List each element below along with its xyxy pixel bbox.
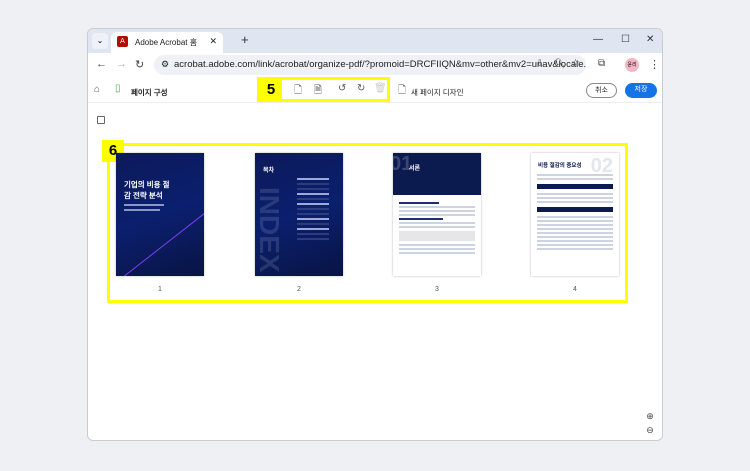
avatar[interactable]: 윤리 [625, 58, 639, 72]
save-button[interactable]: 저장 [625, 83, 657, 98]
delete-icon[interactable]: 🗑 [374, 83, 387, 94]
replace-page-icon[interactable]: 🗎 [314, 83, 322, 100]
page-thumbnail-3[interactable]: 01 서론 [393, 153, 481, 276]
page-number: 3 [435, 286, 439, 293]
insert-page-icon[interactable]: 🗋 [294, 83, 302, 100]
zoom-out-button[interactable]: ⊖ [643, 423, 657, 437]
home-icon[interactable]: ⌂ [94, 84, 100, 95]
close-window-button[interactable]: ✕ [646, 34, 654, 45]
extensions-icon[interactable]: ⧉ [598, 58, 605, 69]
page-thumbnail-2[interactable]: 목차 INDEX [255, 153, 343, 276]
page-number: 1 [158, 286, 162, 293]
menu-icon[interactable]: ⋮ [649, 58, 660, 71]
tab-search-button[interactable]: ⌄ [92, 33, 108, 49]
page-number: 2 [297, 286, 301, 293]
minimize-button[interactable]: — [593, 34, 603, 45]
new-design-icon: 🗋 [398, 85, 407, 96]
page-title: 페이지 구성 [131, 88, 168, 97]
acrobat-icon: A [117, 36, 128, 47]
rotate-left-icon[interactable]: ↺ [338, 83, 346, 94]
maximize-button[interactable]: ☐ [621, 34, 630, 45]
select-all-checkbox[interactable] [97, 116, 105, 124]
back-icon[interactable]: ← [96, 58, 107, 70]
close-tab-icon[interactable]: ✕ [209, 36, 217, 47]
zoom-in-button[interactable]: ⊕ [643, 409, 657, 423]
page-toolbar-highlight: 5 🗋 🗎 ↺ ↻ 🗑 [257, 77, 390, 102]
navigation-bar: ← → ↻ ⚙ acrobat.adobe.com/link/acrobat/o… [88, 53, 662, 77]
new-page-design-button[interactable]: 새 페이지 디자인 [411, 87, 463, 98]
page-2-title: 목차 [263, 168, 275, 174]
page-thumbnail-4[interactable]: 02 비용 절감의 중요성 [531, 153, 619, 276]
browser-window: ⌄ A Adobe Acrobat 홈 ✕ + — ☐ ✕ ← → ↻ ⚙ ac… [87, 28, 663, 441]
tab-title: Adobe Acrobat 홈 [135, 38, 198, 47]
page-2-watermark: INDEX [255, 187, 285, 273]
new-tab-button[interactable]: + [241, 32, 249, 47]
url-text: acrobat.adobe.com/link/acrobat/organize-… [174, 59, 586, 70]
install-app-icon[interactable]: ⇩ [536, 58, 544, 69]
page-thumbnail-1[interactable]: 기업의 비용 절감 전략 분석 [116, 153, 204, 276]
bookmark-star-icon[interactable]: ☆ [571, 58, 580, 69]
page-3-title: 서론 [409, 166, 421, 172]
organize-pages-icon: ▯ [115, 83, 121, 94]
app-header: ⌂ ▯ 페이지 구성 5 🗋 🗎 ↺ ↻ 🗑 🗋 새 페이지 디자인 취소 저장 [88, 77, 662, 103]
annotation-label-5: 5 [260, 80, 282, 99]
site-settings-icon[interactable]: ⚙ [161, 59, 169, 70]
page-1-title: 기업의 비용 절감 전략 분석 [124, 180, 170, 200]
page-number: 4 [573, 286, 577, 293]
reload-icon[interactable]: ↻ [135, 58, 144, 71]
zoom-icon[interactable]: 🔍︎ [554, 58, 565, 69]
browser-tab[interactable]: A Adobe Acrobat 홈 ✕ [111, 32, 223, 53]
address-bar[interactable]: ⚙ acrobat.adobe.com/link/acrobat/organiz… [154, 55, 586, 75]
tab-bar: ⌄ A Adobe Acrobat 홈 ✕ + — ☐ ✕ [88, 29, 662, 53]
cancel-button[interactable]: 취소 [586, 83, 617, 98]
rotate-right-icon[interactable]: ↻ [357, 83, 365, 94]
page-4-title: 비용 절감의 중요성 [538, 163, 582, 169]
pages-grid-highlight: 6 기업의 비용 절감 전략 분석 1 목차 INDEX 2 01 서론 3 0… [102, 140, 628, 303]
forward-icon[interactable]: → [116, 58, 127, 70]
